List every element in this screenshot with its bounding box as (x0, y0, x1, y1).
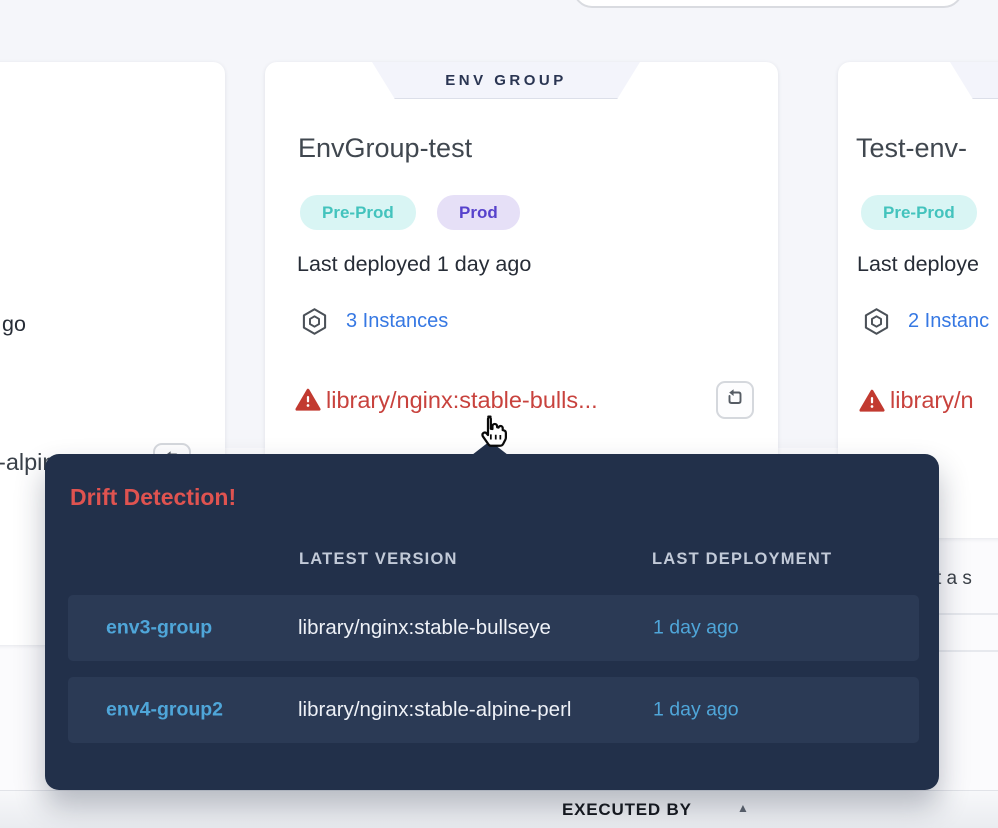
redeploy-button[interactable] (716, 381, 754, 419)
last-deployment-value: 1 day ago (653, 617, 739, 640)
top-toolbar-fragment (573, 0, 963, 8)
card-title: EnvGroup-test (298, 133, 472, 164)
last-deployed-text: Last deployed 1 day ago (297, 252, 531, 277)
latest-version-value: library/nginx:stable-bullseye (298, 616, 551, 640)
tooltip-title: Drift Detection! (70, 484, 236, 511)
prod-badge: Prod (437, 195, 520, 230)
table-row-divider (936, 650, 998, 652)
env-group-link[interactable]: env3-group (106, 617, 212, 640)
warning-triangle-icon (858, 387, 886, 420)
instances-hexagon-icon (299, 306, 330, 342)
last-deployed-text: go (2, 312, 26, 337)
table-row-divider (936, 613, 998, 615)
redeploy-icon (723, 386, 747, 415)
table-row: env3-group library/nginx:stable-bullseye… (68, 595, 919, 661)
background-text-fragment: t a s (936, 568, 972, 590)
table-header-row: EXECUTED BY ▲ (0, 790, 998, 828)
column-header-last-deployment: LAST DEPLOYMENT (652, 550, 832, 569)
preprod-badge: Pre-Prod (861, 195, 977, 230)
drift-dashboard: t a s go -alpine-... ENV GROUP EnvGroup-… (0, 0, 998, 828)
warning-triangle-icon (294, 386, 322, 419)
table-row: env4-group2 library/nginx:stable-alpine-… (68, 677, 919, 743)
preprod-badge: Pre-Prod (300, 195, 416, 230)
env-group-ribbon: ENV GROUP (372, 62, 640, 99)
sort-asc-icon[interactable]: ▲ (737, 801, 749, 815)
drift-image-link[interactable]: library/n (890, 387, 974, 414)
executed-by-column-header[interactable]: EXECUTED BY (562, 800, 692, 820)
instances-hexagon-icon (861, 306, 892, 342)
column-header-latest-version: LATEST VERSION (299, 550, 458, 569)
instances-link[interactable]: 2 Instanc (908, 310, 989, 333)
last-deployed-text: Last deploye (857, 252, 979, 277)
latest-version-value: library/nginx:stable-alpine-perl (298, 698, 571, 722)
tooltip-caret (472, 441, 508, 455)
last-deployment-value: 1 day ago (653, 699, 739, 722)
drift-image-link[interactable]: library/nginx:stable-bulls... (326, 387, 598, 414)
card-title: Test-env- (856, 133, 967, 164)
drift-detection-tooltip: Drift Detection! LATEST VERSION LAST DEP… (45, 454, 939, 790)
env-group-link[interactable]: env4-group2 (106, 699, 223, 722)
instances-link[interactable]: 3 Instances (346, 310, 448, 333)
